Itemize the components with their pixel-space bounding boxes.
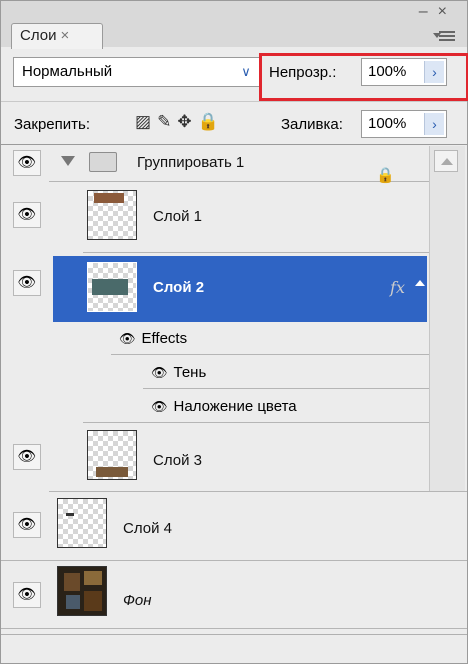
- close-button[interactable]: ×: [438, 3, 457, 20]
- layer-group-name: Группировать 1: [137, 154, 245, 171]
- layer-thumbnail: [57, 498, 107, 548]
- fill-label: Заливка:: [281, 116, 343, 133]
- tab-layers[interactable]: Слои ×: [11, 23, 103, 49]
- layer-thumbnail: [87, 262, 137, 312]
- folder-icon: [89, 152, 117, 172]
- layer-3-name[interactable]: Слой 3: [153, 452, 202, 469]
- lock-transparent-icon[interactable]: ▨: [135, 112, 157, 131]
- background-layer-name[interactable]: Фон: [123, 592, 152, 609]
- layer-thumbnail: [87, 430, 137, 480]
- eye-icon[interactable]: 👁: [151, 365, 168, 381]
- eye-icon[interactable]: 👁: [13, 270, 41, 296]
- lock-move-icon[interactable]: ✥: [177, 112, 197, 131]
- effects-row[interactable]: 👁 Effects: [119, 330, 187, 347]
- minimize-button[interactable]: –: [419, 3, 438, 20]
- chevron-down-icon[interactable]: ∨: [236, 61, 256, 83]
- eye-icon[interactable]: 👁: [119, 331, 136, 347]
- color-overlay-label: Наложение цвета: [173, 398, 297, 415]
- fill-slider-arrow-icon[interactable]: ›: [424, 113, 444, 135]
- layer-thumbnail: [87, 190, 137, 240]
- layer-thumbnail: [57, 566, 107, 616]
- lock-icon: 🔒: [376, 167, 395, 184]
- panel-footer: [1, 634, 467, 663]
- blend-mode-select[interactable]: Нормальный ∨: [13, 57, 260, 87]
- tab-label: Слои: [20, 27, 57, 44]
- layer-2-row[interactable]: Слой 2 fx: [53, 256, 427, 322]
- eye-icon[interactable]: 👁: [13, 512, 41, 538]
- scroll-up-icon[interactable]: [434, 150, 458, 172]
- tab-close-icon[interactable]: ×: [60, 27, 69, 44]
- layer-4-name[interactable]: Слой 4: [123, 520, 172, 537]
- eye-icon[interactable]: 👁: [13, 150, 41, 176]
- fx-icon[interactable]: fx: [390, 278, 405, 297]
- eye-icon[interactable]: 👁: [13, 202, 41, 228]
- lock-row: Закрепить: ▨✎✥🔒 Заливка: 100% ›: [1, 101, 467, 145]
- lock-icons: ▨✎✥🔒: [135, 112, 225, 132]
- layer-1-name[interactable]: Слой 1: [153, 208, 202, 225]
- fill-input[interactable]: 100% ›: [361, 110, 447, 138]
- eye-icon[interactable]: 👁: [13, 582, 41, 608]
- layers-list: 👁 Группировать 1 👁 Слой 1 👁 Слой 2 fx 👁 E…: [1, 146, 467, 634]
- blend-mode-value: Нормальный: [22, 63, 113, 80]
- effects-label: Effects: [141, 330, 188, 347]
- eye-icon[interactable]: 👁: [151, 399, 168, 415]
- lock-label: Закрепить:: [14, 116, 91, 133]
- expand-arrow-icon[interactable]: [415, 280, 425, 286]
- shadow-effect-row[interactable]: 👁 Тень: [151, 364, 206, 381]
- lock-brush-icon[interactable]: ✎: [157, 112, 177, 131]
- eye-icon[interactable]: 👁: [13, 444, 41, 470]
- title-bar: –× Слои ×: [1, 1, 467, 49]
- shadow-label: Тень: [173, 364, 207, 381]
- opacity-highlight-box: [259, 53, 468, 101]
- chevron-down-icon[interactable]: [61, 156, 75, 166]
- panel-menu-icon[interactable]: [433, 29, 455, 43]
- color-overlay-effect-row[interactable]: 👁 Наложение цвета: [151, 398, 297, 415]
- scrollbar[interactable]: [429, 146, 465, 491]
- fill-value: 100%: [368, 115, 407, 132]
- window-buttons: –×: [419, 3, 457, 21]
- lock-all-icon[interactable]: 🔒: [198, 112, 225, 131]
- layers-panel: –× Слои × Нормальный ∨ Непрозр.: 100% › З…: [0, 0, 468, 664]
- layer-2-name: Слой 2: [153, 279, 205, 296]
